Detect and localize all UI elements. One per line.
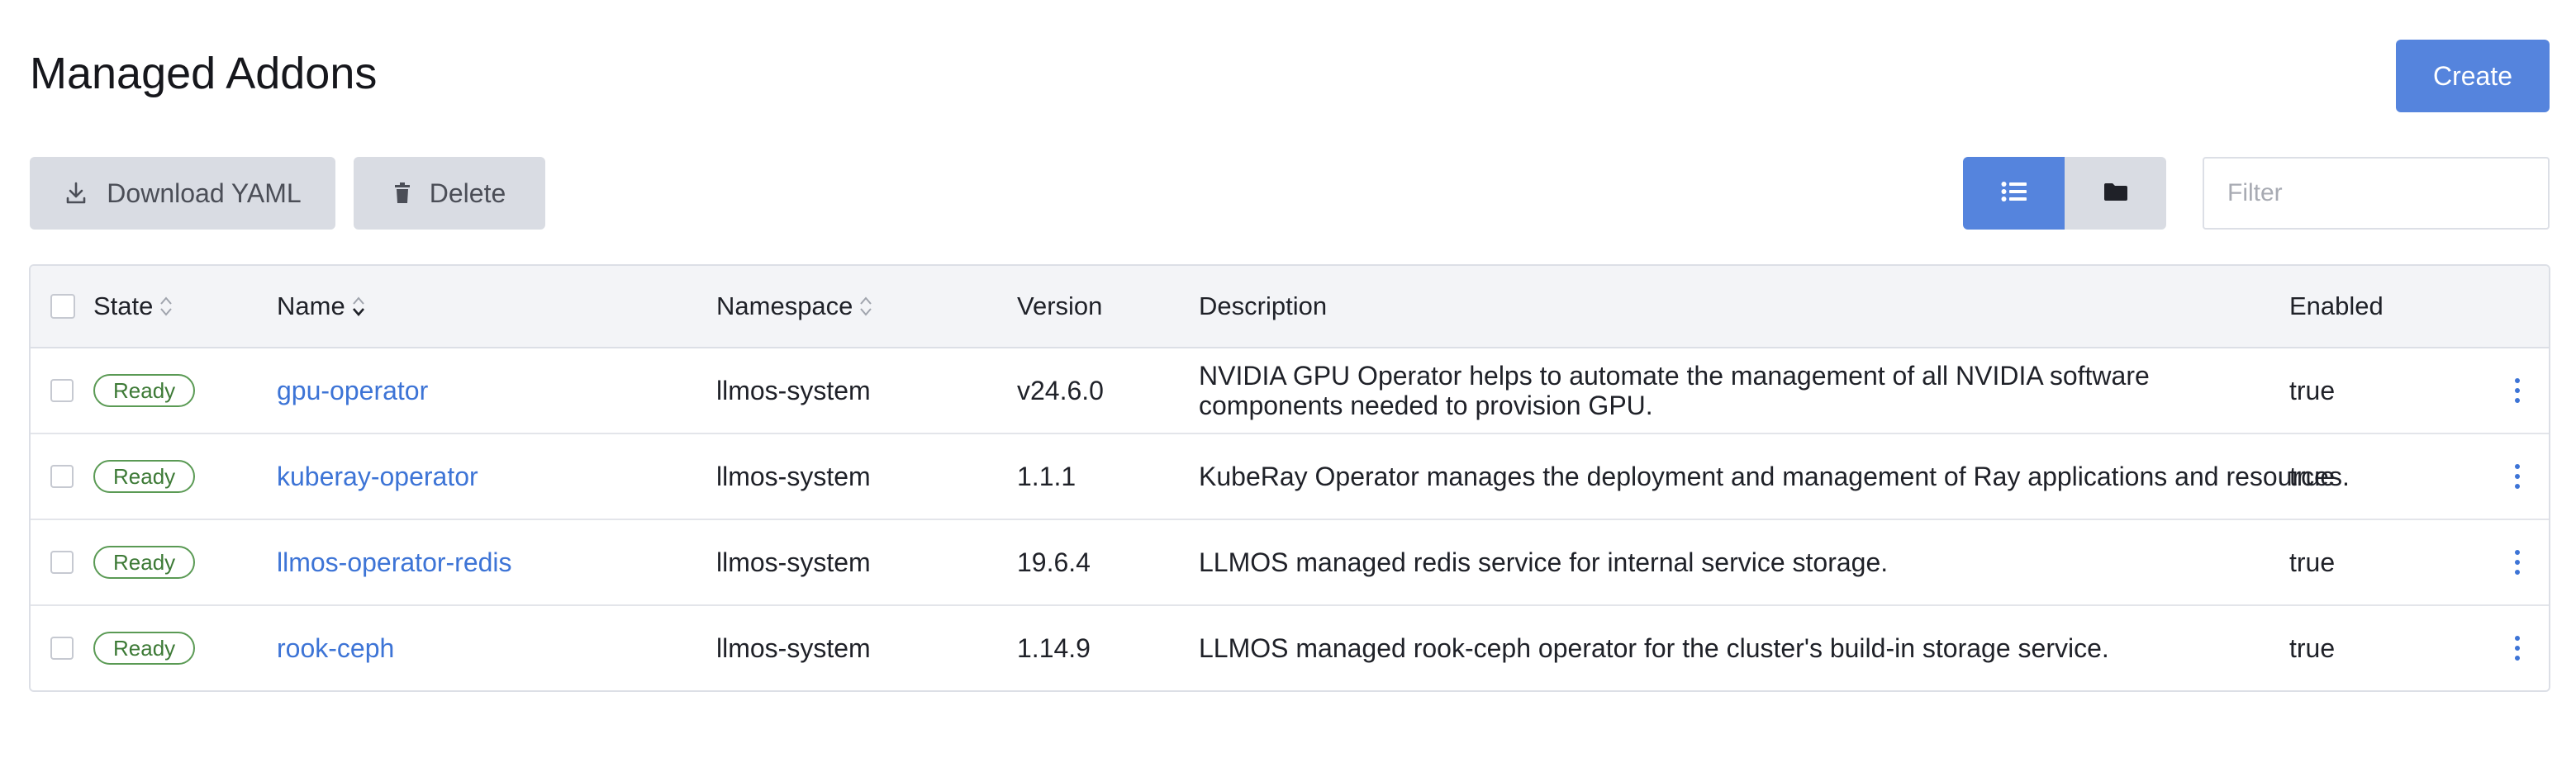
addon-name-link[interactable]: rook-ceph [277, 633, 394, 664]
kebab-menu-icon[interactable] [2514, 635, 2521, 661]
table-row: Ready rook-ceph llmos-system 1.14.9 LLMO… [31, 606, 2549, 690]
trash-icon [393, 182, 411, 204]
create-button[interactable]: Create [2396, 40, 2550, 112]
row-checkbox[interactable] [50, 637, 74, 660]
delete-button[interactable]: Delete [354, 157, 545, 230]
header-name[interactable]: Name [277, 266, 367, 347]
folder-icon [2103, 182, 2128, 206]
version-cell: v24.6.0 [1017, 375, 1104, 405]
list-icon [2001, 181, 2027, 206]
header-namespace[interactable]: Namespace [716, 266, 874, 347]
namespace-cell: llmos-system [716, 461, 871, 491]
description-cell: NVIDIA GPU Operator helps to automate th… [1199, 361, 2150, 420]
namespace-cell: llmos-system [716, 547, 871, 577]
view-toggle [1963, 157, 2166, 230]
enabled-cell: true [2289, 375, 2336, 405]
select-all-checkbox[interactable] [50, 294, 75, 319]
table-row: Ready gpu-operator llmos-system v24.6.0 … [31, 348, 2549, 434]
description-cell: KubeRay Operator manages the deployment … [1199, 462, 2350, 491]
addon-name-link[interactable]: gpu-operator [277, 376, 428, 406]
namespace-cell: llmos-system [716, 632, 871, 663]
header-name-label: Name [277, 291, 345, 320]
header-enabled: Enabled [2289, 291, 2384, 320]
header-namespace-label: Namespace [716, 291, 853, 320]
row-checkbox[interactable] [50, 379, 74, 402]
table-header: State Name Namespace Version Description… [31, 266, 2549, 348]
page-title: Managed Addons [30, 49, 378, 98]
kebab-menu-icon[interactable] [2514, 463, 2521, 490]
delete-label: Delete [429, 178, 506, 208]
status-badge: Ready [93, 374, 196, 407]
version-cell: 19.6.4 [1017, 547, 1091, 577]
row-checkbox[interactable] [50, 465, 74, 488]
status-badge: Ready [93, 460, 196, 493]
enabled-cell: true [2289, 461, 2336, 491]
header-version: Version [1017, 291, 1103, 320]
table-row: Ready llmos-operator-redis llmos-system … [31, 520, 2549, 606]
header-state[interactable]: State [93, 266, 174, 347]
namespace-cell: llmos-system [716, 375, 871, 405]
enabled-cell: true [2289, 632, 2336, 663]
addon-name-link[interactable]: llmos-operator-redis [277, 547, 512, 578]
download-yaml-button[interactable]: Download YAML [30, 157, 335, 230]
version-cell: 1.1.1 [1017, 461, 1077, 491]
kebab-menu-icon[interactable] [2514, 549, 2521, 576]
version-cell: 1.14.9 [1017, 632, 1091, 663]
addon-name-link[interactable]: kuberay-operator [277, 462, 478, 492]
description-cell: LLMOS managed rook-ceph operator for the… [1199, 633, 2109, 663]
header-description: Description [1199, 291, 1328, 320]
description-cell: LLMOS managed redis service for internal… [1199, 547, 1889, 577]
kebab-menu-icon[interactable] [2514, 377, 2521, 404]
header-state-label: State [93, 291, 154, 320]
filter-input[interactable] [2203, 157, 2550, 230]
sort-icon [158, 294, 174, 319]
row-checkbox[interactable] [50, 551, 74, 574]
download-yaml-label: Download YAML [107, 178, 302, 208]
download-icon [64, 181, 88, 206]
sort-active-icon [350, 294, 367, 319]
addons-table: State Name Namespace Version Description… [29, 264, 2550, 692]
folder-view-button[interactable] [2065, 157, 2166, 230]
status-badge: Ready [93, 632, 196, 665]
status-badge: Ready [93, 546, 196, 579]
list-view-button[interactable] [1963, 157, 2065, 230]
sort-icon [858, 294, 874, 319]
table-row: Ready kuberay-operator llmos-system 1.1.… [31, 434, 2549, 520]
enabled-cell: true [2289, 547, 2336, 577]
